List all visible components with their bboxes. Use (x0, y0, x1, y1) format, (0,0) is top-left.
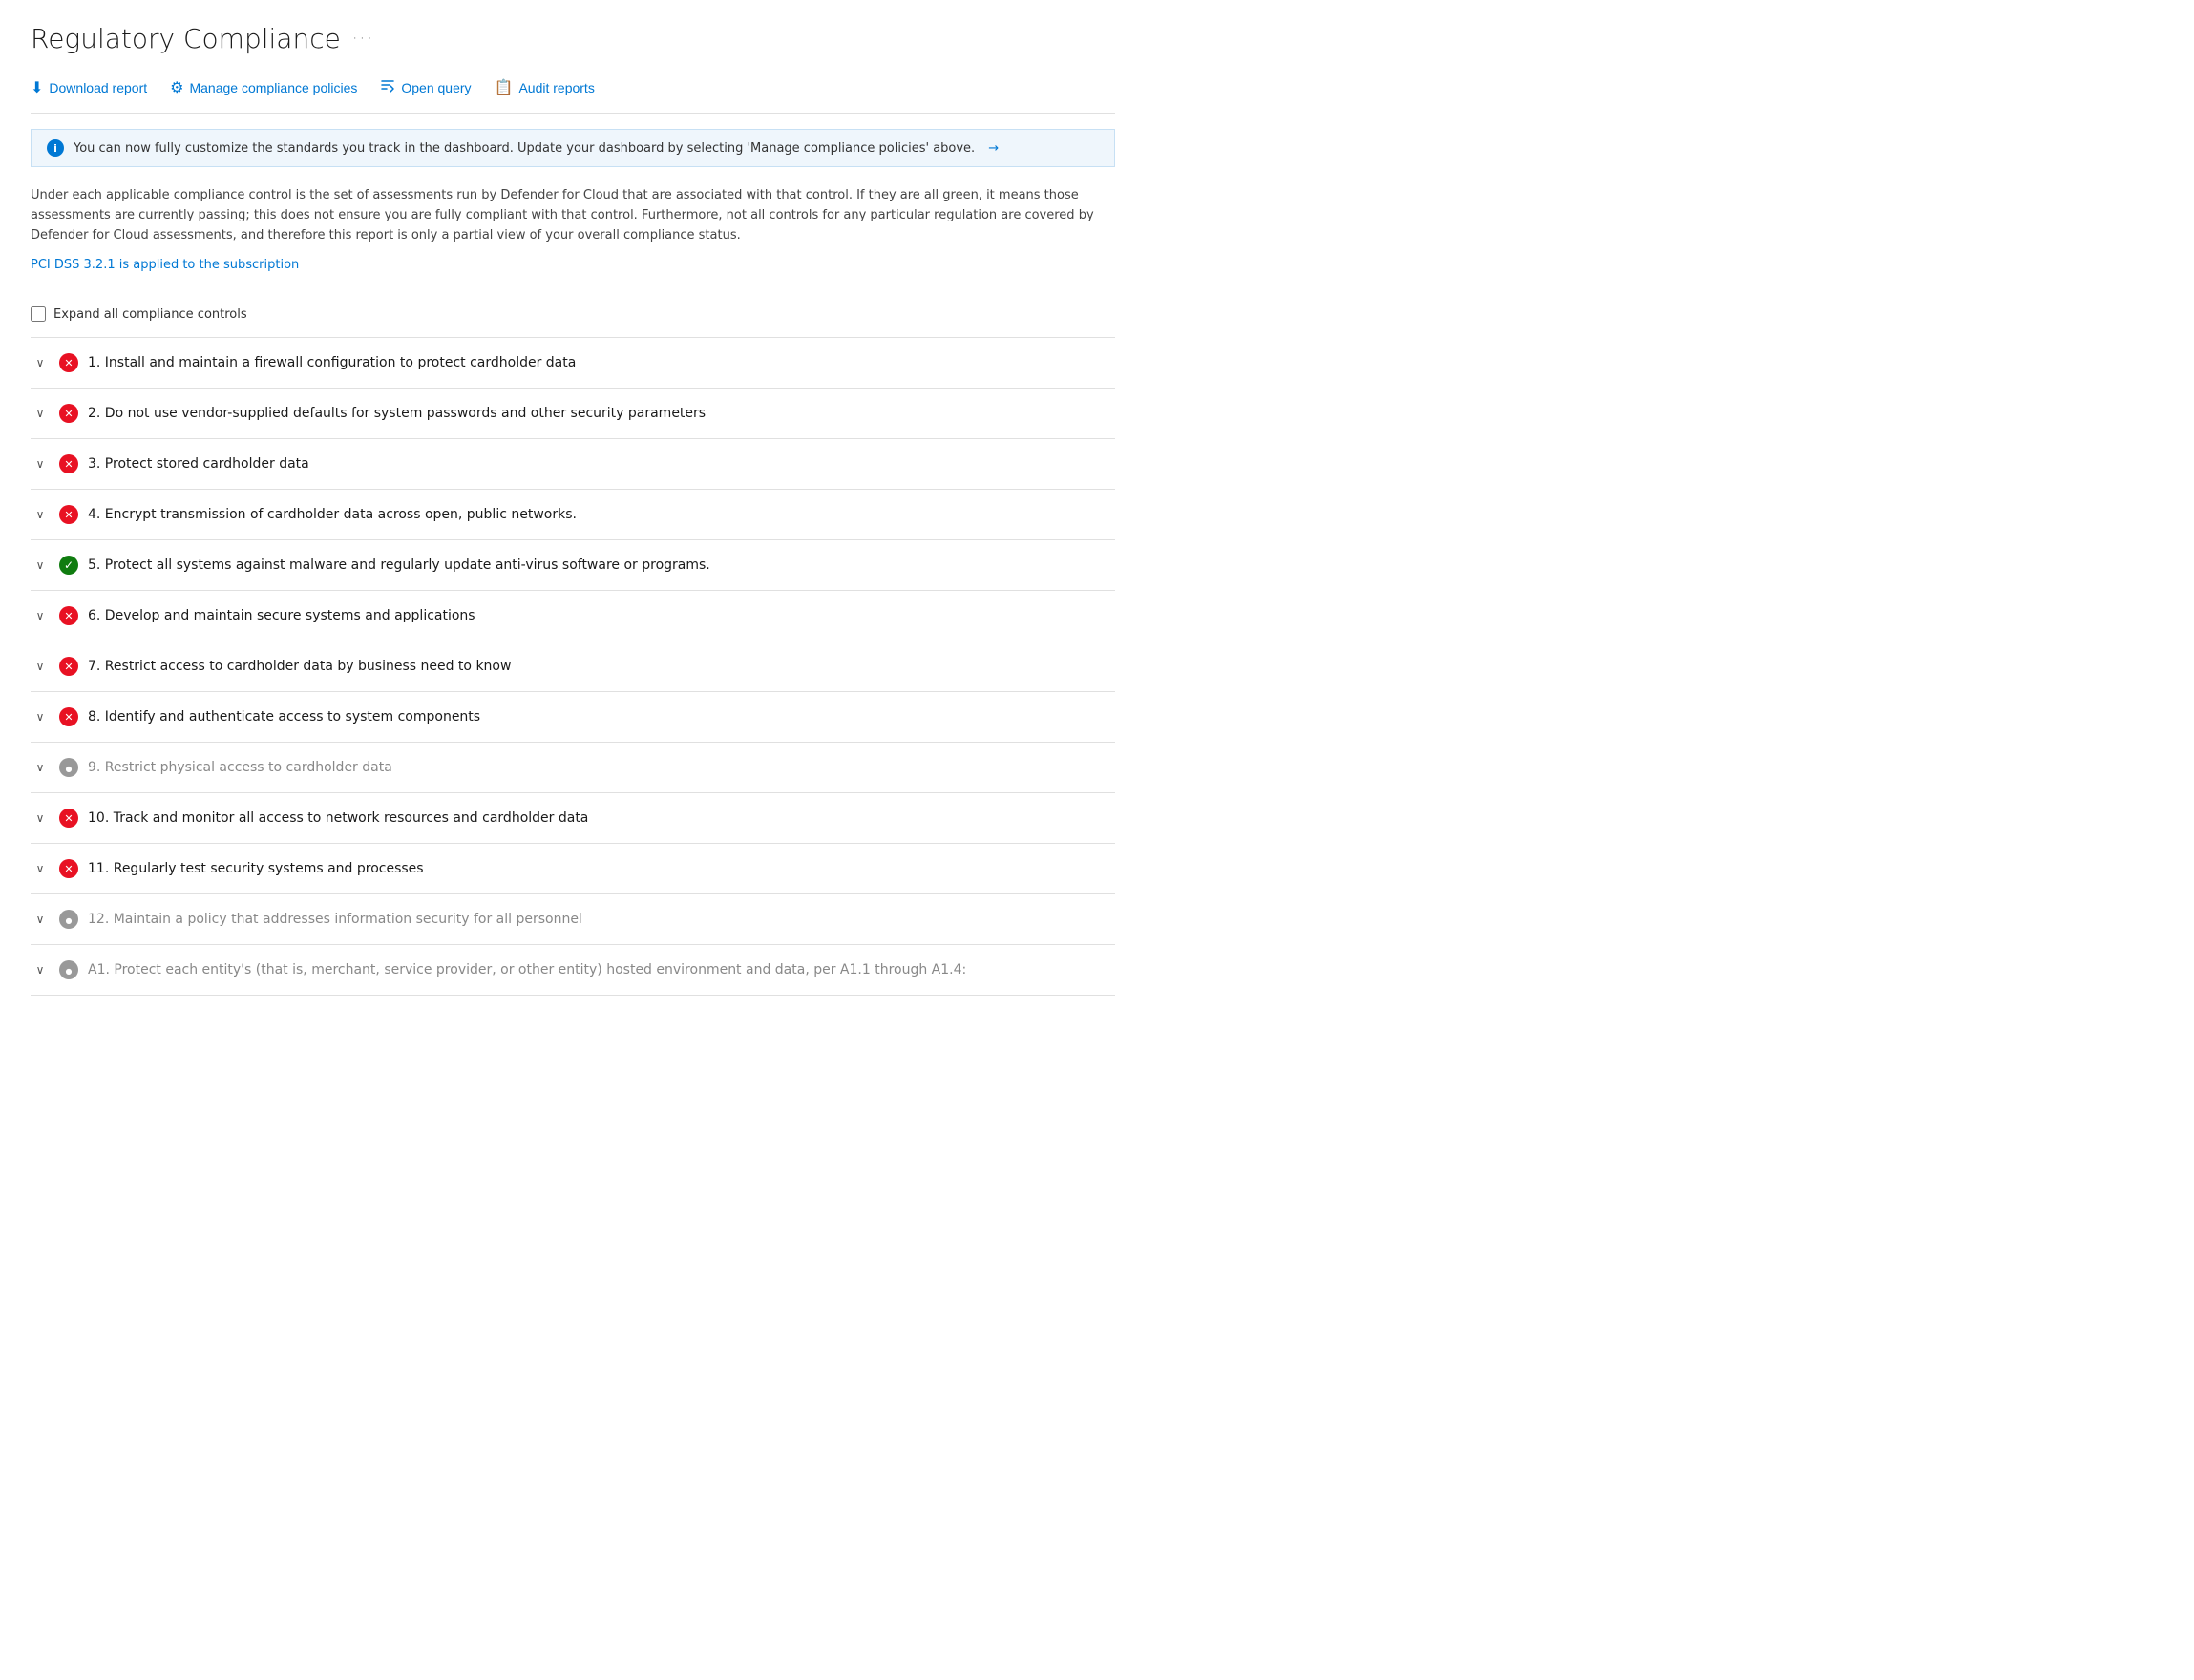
query-icon (380, 77, 395, 97)
compliance-item[interactable]: ∨ 8. Identify and authenticate access to … (31, 692, 1115, 743)
status-icon (59, 960, 78, 979)
chevron-icon: ∨ (31, 407, 50, 420)
status-icon (59, 859, 78, 878)
audit-icon: 📋 (495, 78, 514, 97)
status-icon (59, 707, 78, 726)
audit-reports-button[interactable]: 📋 Audit reports (495, 74, 595, 101)
compliance-title: A1. Protect each entity's (that is, merc… (88, 962, 966, 977)
compliance-item[interactable]: ∨ 4. Encrypt transmission of cardholder d… (31, 490, 1115, 540)
compliance-item[interactable]: ∨ 2. Do not use vendor-supplied defaults … (31, 388, 1115, 439)
description-text: Under each applicable compliance control… (31, 186, 1115, 245)
compliance-title: 4. Encrypt transmission of cardholder da… (88, 507, 577, 522)
compliance-title: 3. Protect stored cardholder data (88, 456, 309, 472)
expand-controls: Expand all compliance controls (31, 306, 1115, 322)
chevron-icon: ∨ (31, 862, 50, 875)
error-x (64, 862, 73, 875)
open-query-button[interactable]: Open query (380, 74, 471, 101)
chevron-icon: ∨ (31, 761, 50, 774)
subscription-link[interactable]: PCI DSS 3.2.1 is applied to the subscrip… (31, 258, 299, 272)
error-x (64, 407, 73, 420)
neutral-dot (66, 963, 73, 976)
compliance-title: 1. Install and maintain a firewall confi… (88, 355, 576, 370)
error-x (64, 356, 73, 369)
neutral-dot (66, 761, 73, 774)
compliance-item[interactable]: ∨ 6. Develop and maintain secure systems … (31, 591, 1115, 641)
error-x (64, 609, 73, 622)
expand-all-checkbox[interactable] (31, 306, 46, 322)
download-report-button[interactable]: ⬇ Download report (31, 74, 147, 101)
page-menu-icon[interactable]: ··· (352, 29, 374, 49)
status-icon (59, 657, 78, 676)
banner-arrow[interactable]: → (988, 141, 999, 156)
compliance-item[interactable]: ∨ 1. Install and maintain a firewall conf… (31, 338, 1115, 388)
compliance-title: 7. Restrict access to cardholder data by… (88, 659, 511, 674)
error-x (64, 660, 73, 673)
compliance-title: 5. Protect all systems against malware a… (88, 557, 710, 573)
page-title: Regulatory Compliance ··· (31, 23, 1115, 54)
settings-icon: ⚙ (170, 78, 183, 97)
status-icon (59, 808, 78, 828)
status-icon (59, 758, 78, 777)
info-icon: i (47, 139, 64, 157)
compliance-item[interactable]: ∨ 7. Restrict access to cardholder data b… (31, 641, 1115, 692)
compliance-item[interactable]: ∨ 5. Protect all systems against malware … (31, 540, 1115, 591)
compliance-item[interactable]: ∨ 3. Protect stored cardholder data (31, 439, 1115, 490)
chevron-icon: ∨ (31, 913, 50, 926)
compliance-item[interactable]: ∨ 11. Regularly test security systems and… (31, 844, 1115, 894)
download-icon: ⬇ (31, 78, 43, 97)
error-x (64, 811, 73, 825)
chevron-icon: ∨ (31, 963, 50, 976)
chevron-icon: ∨ (31, 558, 50, 572)
compliance-title: 10. Track and monitor all access to netw… (88, 810, 588, 826)
compliance-item[interactable]: ∨ 10. Track and monitor all access to net… (31, 793, 1115, 844)
error-x (64, 508, 73, 521)
compliance-item[interactable]: ∨ 9. Restrict physical access to cardhold… (31, 743, 1115, 793)
status-icon (59, 353, 78, 372)
compliance-list: ∨ 1. Install and maintain a firewall conf… (31, 337, 1115, 996)
compliance-title: 6. Develop and maintain secure systems a… (88, 608, 475, 623)
status-icon (59, 404, 78, 423)
chevron-icon: ∨ (31, 609, 50, 622)
status-icon (59, 454, 78, 473)
chevron-icon: ∨ (31, 356, 50, 369)
status-icon (59, 505, 78, 524)
status-icon (59, 606, 78, 625)
chevron-icon: ∨ (31, 457, 50, 471)
chevron-icon: ∨ (31, 660, 50, 673)
status-icon (59, 556, 78, 575)
manage-policies-button[interactable]: ⚙ Manage compliance policies (170, 74, 357, 101)
compliance-title: 9. Restrict physical access to cardholde… (88, 760, 392, 775)
status-icon (59, 910, 78, 929)
success-check (64, 558, 74, 572)
error-x (64, 710, 73, 724)
neutral-dot (66, 913, 73, 926)
info-banner: i You can now fully customize the standa… (31, 129, 1115, 167)
compliance-item[interactable]: ∨ 12. Maintain a policy that addresses in… (31, 894, 1115, 945)
compliance-title: 2. Do not use vendor-supplied defaults f… (88, 406, 706, 421)
chevron-icon: ∨ (31, 811, 50, 825)
compliance-item[interactable]: ∨ A1. Protect each entity's (that is, mer… (31, 945, 1115, 996)
error-x (64, 457, 73, 471)
compliance-title: 11. Regularly test security systems and … (88, 861, 424, 876)
compliance-title: 8. Identify and authenticate access to s… (88, 709, 480, 724)
expand-all-label: Expand all compliance controls (53, 307, 247, 322)
compliance-title: 12. Maintain a policy that addresses inf… (88, 912, 582, 927)
chevron-icon: ∨ (31, 710, 50, 724)
toolbar: ⬇ Download report ⚙ Manage compliance po… (31, 74, 1115, 114)
chevron-icon: ∨ (31, 508, 50, 521)
